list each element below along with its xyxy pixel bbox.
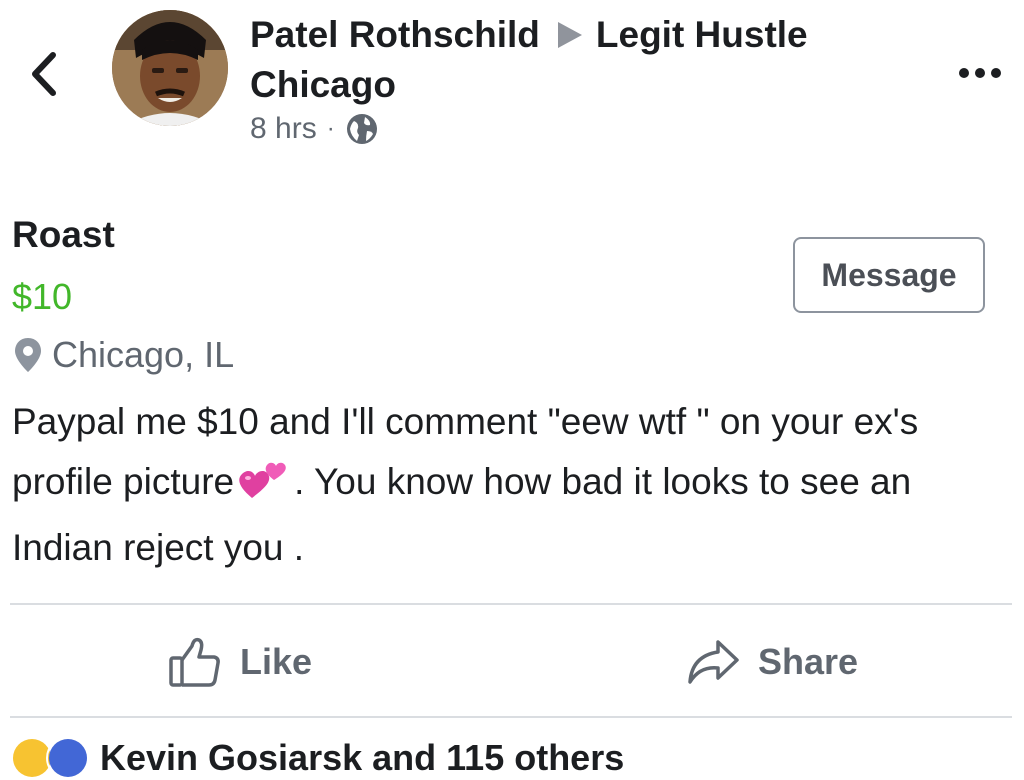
divider-top <box>10 603 1012 605</box>
more-dot <box>975 68 985 78</box>
thumbs-up-icon <box>169 637 220 687</box>
author-avatar[interactable] <box>112 10 228 126</box>
author-name[interactable]: Patel Rothschild <box>250 14 540 55</box>
more-dot <box>991 68 1001 78</box>
like-button[interactable]: Like <box>168 630 312 694</box>
avatar-image <box>112 10 228 126</box>
meta-separator: · <box>326 115 335 142</box>
listing-description: Paypal me $10 and I'll comment "eew wtf … <box>12 392 1012 578</box>
location-text: Chicago, IL <box>52 334 235 375</box>
post-timestamp[interactable]: 8 hrs <box>250 112 317 146</box>
listing-price: $10 <box>12 276 73 317</box>
map-pin-icon <box>15 338 41 372</box>
like-label: Like <box>240 641 313 682</box>
divider-bottom <box>10 716 1012 718</box>
listing-location: Chicago, IL <box>14 334 234 376</box>
chevron-left-icon <box>32 52 56 96</box>
two-hearts-emoji-icon <box>238 456 290 518</box>
post-meta: 8 hrs · <box>250 112 930 146</box>
group-name[interactable]: Legit Hustle <box>596 14 808 55</box>
reactions-text: Kevin Gosiarsk and 115 others <box>100 737 625 778</box>
share-label: Share <box>758 641 859 682</box>
globe-icon <box>346 114 377 144</box>
listing-title: Roast <box>12 214 115 255</box>
more-options-button[interactable] <box>950 58 1010 88</box>
share-button[interactable]: Share <box>686 630 858 694</box>
reactions-summary[interactable]: Kevin Gosiarsk and 115 others <box>10 736 625 780</box>
like-reaction-icon <box>46 736 90 780</box>
back-button[interactable] <box>22 46 66 102</box>
post-header: Patel Rothschild Legit Hustle Chicago 8 h… <box>0 0 1024 180</box>
post-title-block: Patel Rothschild Legit Hustle Chicago 8 h… <box>250 10 930 146</box>
share-arrow-icon <box>688 640 739 684</box>
arrow-right-icon <box>557 22 582 49</box>
post-title: Patel Rothschild Legit Hustle <box>250 10 930 60</box>
group-name-line2[interactable]: Chicago <box>250 60 930 110</box>
more-dot <box>959 68 969 78</box>
message-button[interactable]: Message <box>793 237 985 313</box>
